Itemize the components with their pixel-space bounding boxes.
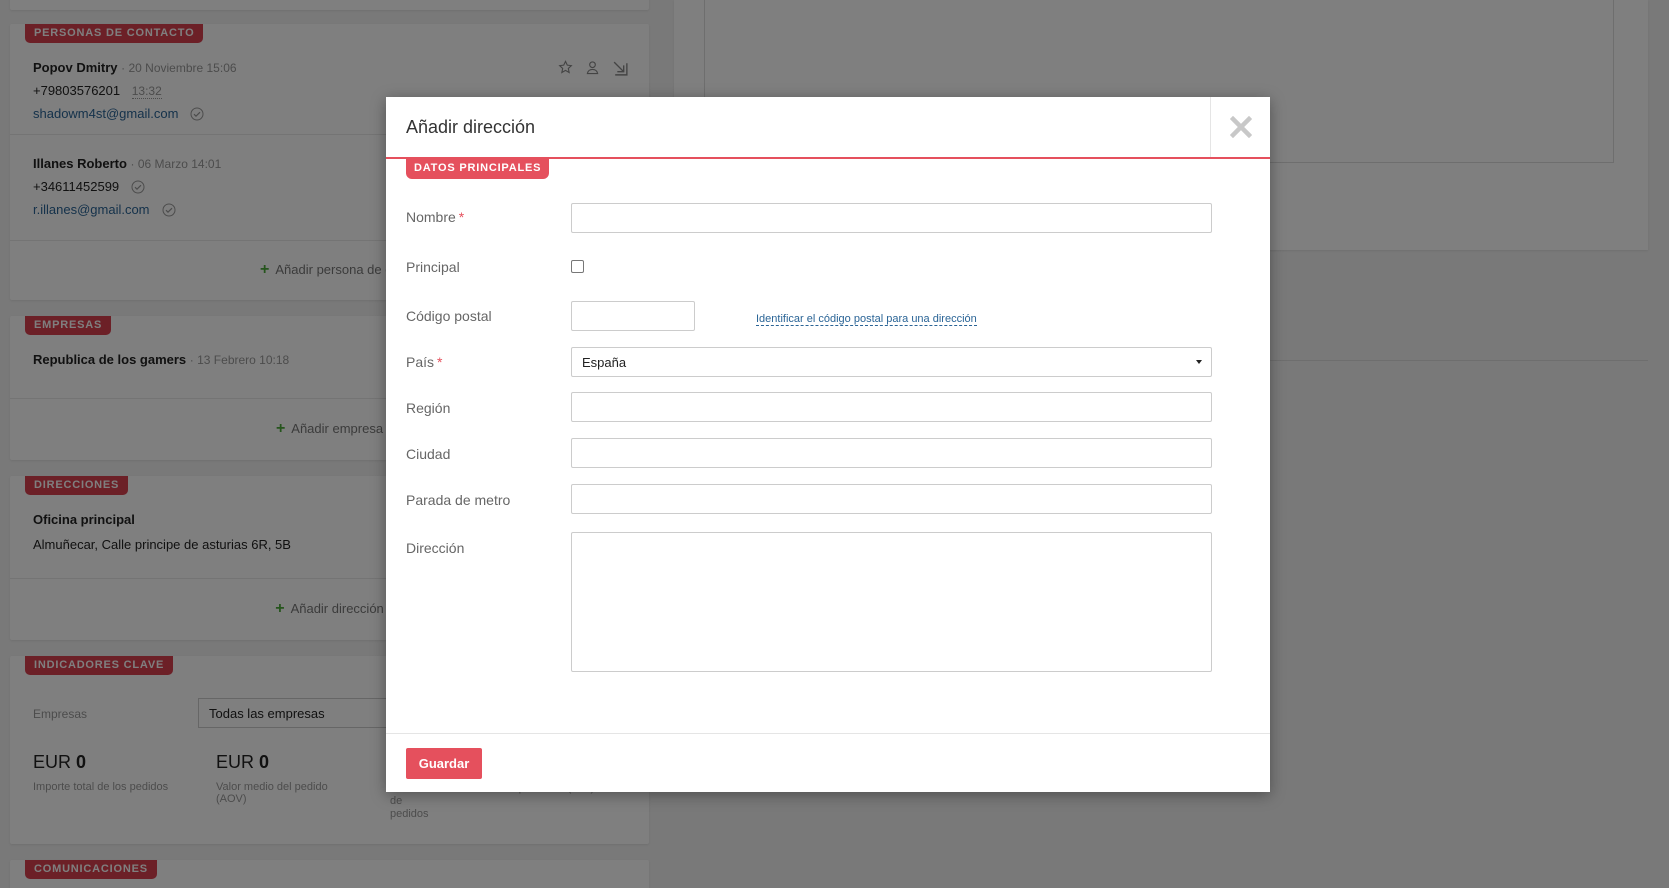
identify-zip-link[interactable]: Identificar el código postal para una di… <box>756 313 977 326</box>
region-label: Región <box>406 400 451 416</box>
country-label-text: País <box>406 354 435 370</box>
principal-checkbox[interactable] <box>571 260 584 273</box>
close-icon <box>1229 116 1252 138</box>
name-label: Nombre * <box>406 209 464 225</box>
modal-title: Añadir dirección <box>406 117 536 137</box>
city-label: Ciudad <box>406 446 451 462</box>
close-button[interactable] <box>1210 97 1270 157</box>
caret-down-icon <box>1196 360 1202 364</box>
modal-header: Añadir dirección <box>386 97 1270 159</box>
zip-input[interactable] <box>571 301 695 331</box>
add-address-modal: Añadir dirección DATOS PRINCIPALES Nombr… <box>386 97 1270 792</box>
principal-label: Principal <box>406 259 460 275</box>
name-input[interactable] <box>571 203 1212 233</box>
section-ribbon: DATOS PRINCIPALES <box>406 159 550 179</box>
city-input[interactable] <box>571 438 1212 468</box>
name-label-text: Nombre <box>406 209 456 225</box>
modal-footer: Guardar <box>386 733 1270 792</box>
country-label: País * <box>406 354 442 370</box>
country-value: España <box>582 355 627 370</box>
zip-label: Código postal <box>406 308 492 324</box>
address-textarea[interactable] <box>571 532 1212 672</box>
metro-input[interactable] <box>571 484 1212 514</box>
country-select[interactable]: España <box>571 347 1212 377</box>
required-mark: * <box>437 354 443 370</box>
address-label: Dirección <box>406 540 465 556</box>
metro-label: Parada de metro <box>406 492 511 508</box>
required-mark: * <box>458 209 465 225</box>
region-input[interactable] <box>571 392 1212 422</box>
save-button[interactable]: Guardar <box>406 748 482 779</box>
